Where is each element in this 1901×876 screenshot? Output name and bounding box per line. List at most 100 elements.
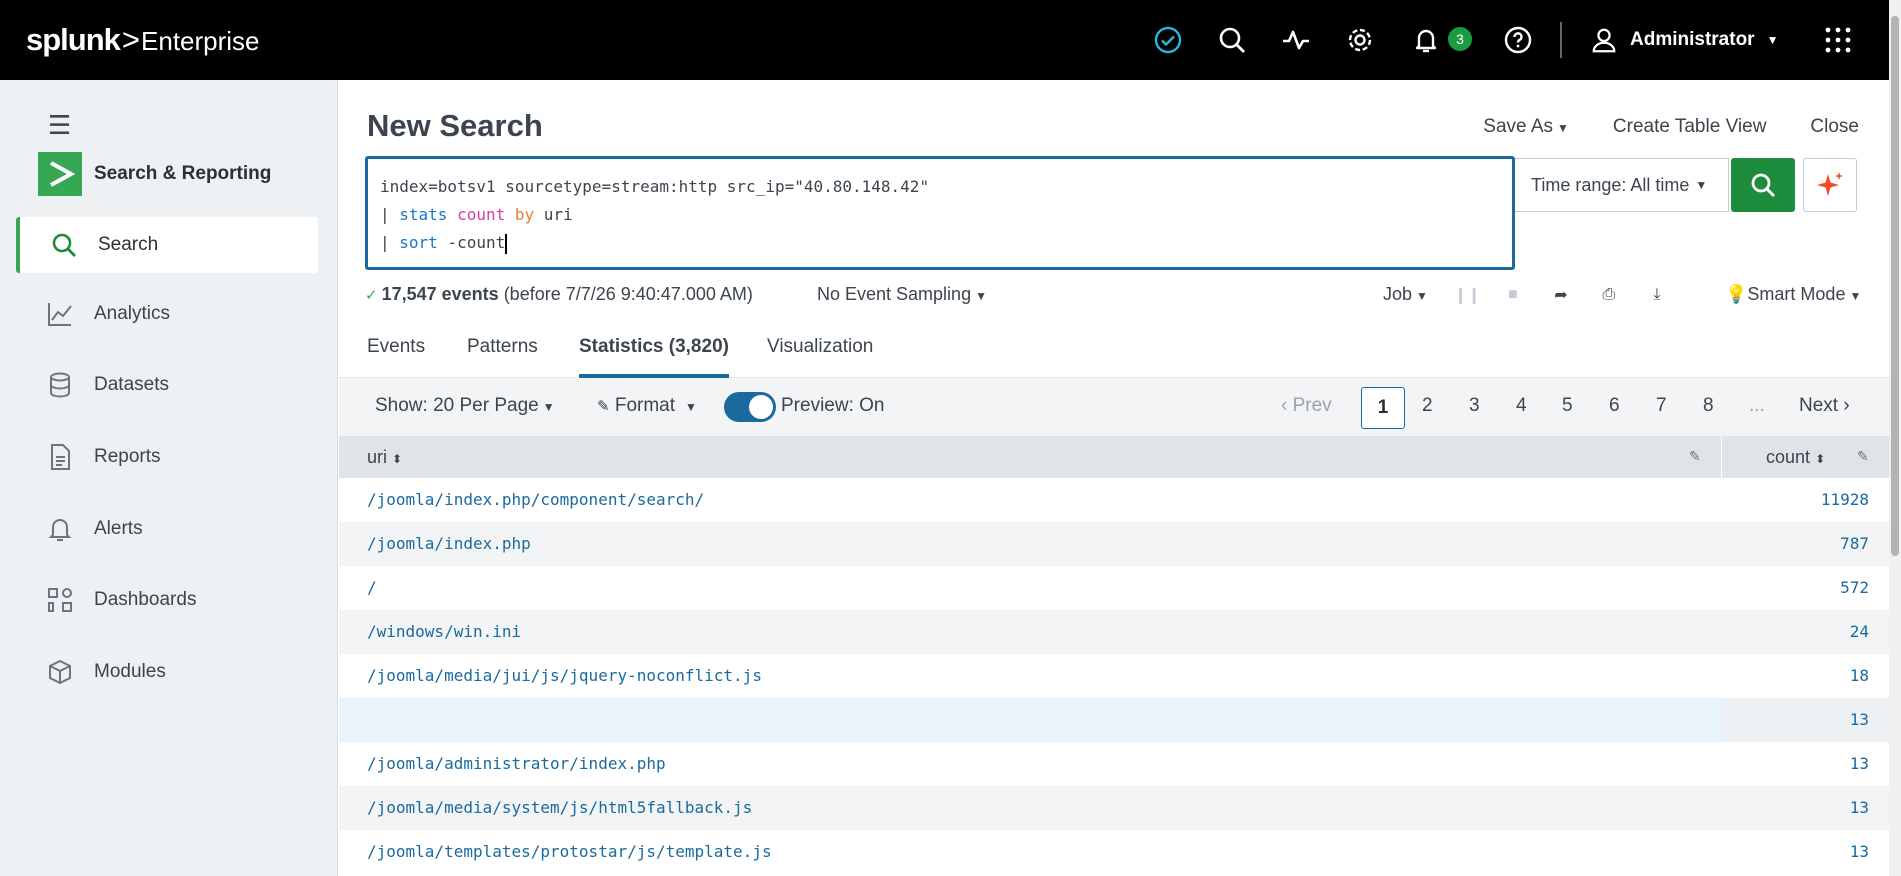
uri-cell[interactable]: / (367, 578, 377, 597)
search-icon[interactable] (1214, 22, 1250, 58)
tab-statistics[interactable]: Statistics (3,820) (579, 336, 729, 378)
dashboards-icon (48, 588, 72, 612)
count-cell[interactable]: 572 (1840, 578, 1869, 597)
pagination-ellipsis: ... (1749, 395, 1765, 416)
page-4-button[interactable]: 4 (1516, 395, 1527, 417)
job-status-row: ✓ 17,547 events (before 7/7/26 9:40:47.00… (365, 284, 1885, 314)
count-cell[interactable]: 24 (1850, 622, 1869, 641)
tab-visualization[interactable]: Visualization (767, 336, 873, 378)
tab-events[interactable]: Events (367, 336, 425, 378)
search-line-2: | stats count by uri (380, 205, 573, 224)
user-menu[interactable]: Administrator ▼ (1590, 22, 1778, 58)
uri-cell[interactable]: /joomla/media/jui/js/jquery-noconflict.j… (367, 666, 762, 685)
pause-icon[interactable]: ❙❙ (1454, 285, 1481, 305)
splunk-logo[interactable]: splunk>Enterprise (26, 22, 260, 58)
help-icon[interactable] (1500, 22, 1536, 58)
uri-cell[interactable]: /windows/win.ini (367, 622, 521, 641)
column-divider (1721, 436, 1722, 478)
event-sampling-dropdown[interactable]: No Event Sampling ▼ (817, 284, 987, 305)
column-header-uri[interactable]: uri ⬍ (367, 447, 402, 468)
table-row: / 572 (339, 566, 1889, 610)
sidebar-item-dashboards[interactable]: Dashboards (16, 572, 318, 628)
count-cell[interactable]: 11928 (1821, 490, 1869, 509)
health-check-icon[interactable] (1150, 22, 1186, 58)
count-cell[interactable]: 18 (1850, 666, 1869, 685)
modules-icon (49, 659, 71, 685)
table-row: /joomla/index.php/component/search/ 1192… (339, 478, 1889, 522)
count-cell[interactable]: 13 (1850, 842, 1869, 861)
page-scrollbar[interactable] (1889, 0, 1901, 876)
uri-cell[interactable]: /joomla/media/system/js/html5fallback.js (367, 798, 752, 817)
search-line-1: index=botsv1 sourcetype=stream:http src_… (380, 177, 930, 196)
prev-page-button[interactable]: ‹ Prev (1281, 395, 1332, 417)
apps-grid-icon[interactable] (1820, 22, 1856, 58)
bell-icon (48, 519, 72, 541)
page-3-button[interactable]: 3 (1469, 395, 1480, 417)
sort-icon: ⬍ (1815, 452, 1826, 466)
count-cell[interactable]: 13 (1850, 798, 1869, 817)
bell-icon[interactable] (1408, 22, 1444, 58)
top-bar: splunk>Enterprise 3 Administrator ▼ (0, 0, 1901, 80)
gear-icon[interactable] (1342, 22, 1378, 58)
header-actions: Save As ▼ Create Table View Close (1483, 116, 1859, 138)
sidebar-item-alerts[interactable]: Alerts (16, 501, 318, 557)
main-content: New Search Save As ▼ Create Table View Cl… (339, 80, 1889, 876)
sort-icon: ⬍ (392, 452, 403, 466)
stop-icon[interactable]: ■ (1502, 286, 1524, 304)
table-header: uri ⬍ ✎ count ⬍ ✎ (339, 436, 1889, 478)
activity-icon[interactable] (1278, 22, 1314, 58)
count-cell[interactable]: 787 (1840, 534, 1869, 553)
count-cell[interactable]: 13 (1850, 754, 1869, 773)
sidebar-item-analytics[interactable]: Analytics (16, 286, 318, 342)
app-title[interactable]: Search & Reporting (38, 152, 271, 196)
job-menu[interactable]: Job ▼ (1383, 284, 1428, 305)
tab-patterns[interactable]: Patterns (467, 336, 538, 378)
next-page-button[interactable]: Next › (1799, 395, 1850, 417)
datasets-icon (50, 372, 70, 398)
topbar-divider (1560, 22, 1562, 58)
results-tabs: Events Patterns Statistics (3,820) Visua… (339, 326, 1889, 378)
sidebar: ☰ Search & Reporting Search Analytics Da… (0, 80, 338, 876)
sidebar-item-modules[interactable]: Modules (16, 644, 318, 700)
page-6-button[interactable]: 6 (1609, 395, 1620, 417)
page-2-button[interactable]: 2 (1422, 395, 1433, 417)
user-label: Administrator (1630, 29, 1755, 50)
brush-icon[interactable]: ✎ (1857, 448, 1869, 465)
uri-cell[interactable]: /joomla/index.php (367, 534, 531, 553)
page-8-button[interactable]: 8 (1703, 395, 1714, 417)
page-7-button[interactable]: 7 (1656, 395, 1667, 417)
scrollbar-thumb[interactable] (1891, 16, 1899, 556)
search-input[interactable]: index=botsv1 sourcetype=stream:http src_… (365, 156, 1515, 270)
sidebar-item-search[interactable]: Search (16, 217, 318, 273)
uri-cell[interactable]: /joomla/index.php/component/search/ (367, 490, 704, 509)
search-icon (1751, 173, 1776, 198)
print-icon[interactable]: ⎙ (1598, 286, 1620, 304)
table-row: /joomla/administrator/index.php 13 (339, 742, 1889, 786)
menu-icon[interactable]: ☰ (48, 110, 71, 141)
event-count: 17,547 events (381, 284, 499, 304)
page-5-button[interactable]: 5 (1562, 395, 1573, 417)
lightbulb-icon: 💡 (1725, 284, 1748, 304)
column-header-count[interactable]: count ⬍ (1766, 447, 1825, 468)
uri-cell[interactable]: /joomla/administrator/index.php (367, 754, 666, 773)
brush-icon[interactable]: ✎ (1689, 448, 1701, 465)
pagination: ‹ Prev 1 2 3 4 5 6 7 8 ... Next › (339, 378, 1889, 436)
share-icon[interactable]: ➦ (1550, 285, 1572, 305)
create-table-view-button[interactable]: Create Table View (1613, 116, 1767, 138)
app-logo-icon (38, 152, 82, 196)
time-range-picker[interactable]: Time range: All time ▼ (1515, 158, 1729, 212)
close-button[interactable]: Close (1810, 116, 1859, 138)
run-search-button[interactable] (1731, 158, 1795, 212)
search-mode-dropdown[interactable]: 💡Smart Mode ▼ (1725, 284, 1861, 305)
count-cell[interactable]: 13 (1850, 710, 1869, 729)
page-1-button[interactable]: 1 (1361, 387, 1405, 429)
reports-icon (51, 444, 70, 470)
export-icon[interactable]: ⤓ (1646, 286, 1668, 304)
job-controls: Job ▼ ❙❙ ■ ➦ ⎙ ⤓ (1383, 284, 1668, 305)
sidebar-item-reports[interactable]: Reports (16, 429, 318, 485)
uri-cell[interactable]: /joomla/templates/protostar/js/template.… (367, 842, 772, 861)
ai-assistant-button[interactable] (1803, 158, 1857, 212)
sidebar-item-datasets[interactable]: Datasets (16, 357, 318, 413)
check-icon: ✓ (365, 287, 378, 304)
save-as-button[interactable]: Save As ▼ (1483, 116, 1569, 138)
